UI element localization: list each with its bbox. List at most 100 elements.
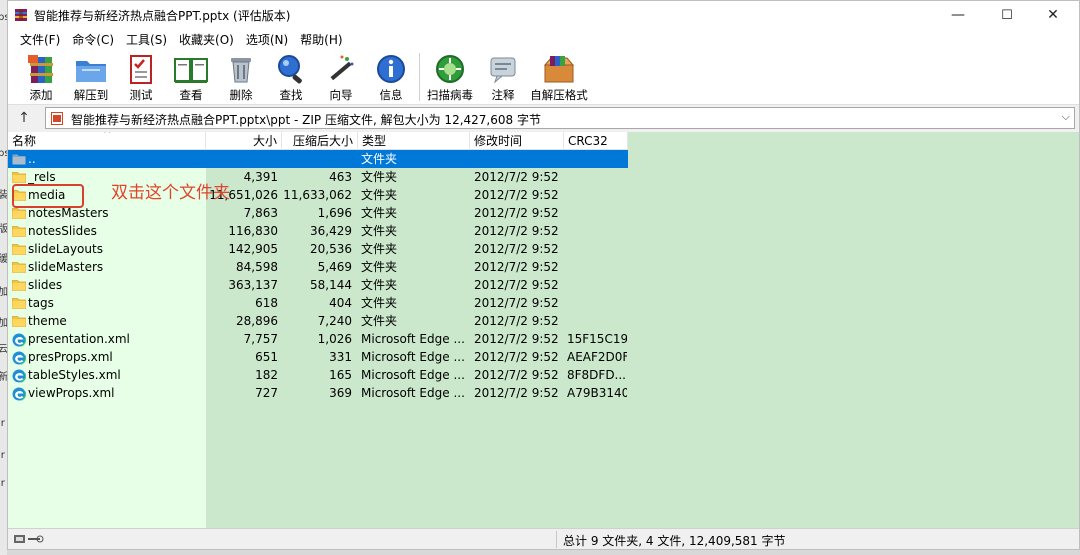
annotation-text: 双击这个文件夹 bbox=[111, 183, 230, 203]
cell-packed: 20,536 bbox=[310, 242, 352, 256]
cell-crc bbox=[567, 186, 627, 204]
wizard-button[interactable]: 向导 bbox=[316, 51, 366, 103]
info-icon bbox=[377, 55, 405, 83]
extract-to-button[interactable]: 解压到 bbox=[66, 51, 116, 103]
cell-type: 文件夹 bbox=[361, 206, 398, 220]
cell-crc bbox=[567, 258, 627, 276]
cell-crc bbox=[567, 240, 627, 258]
menu-tools[interactable]: 工具(S) bbox=[120, 31, 173, 48]
folder-row[interactable]: tags 618 404 文件夹 2012/7/2 9:52 bbox=[8, 294, 628, 312]
file-row[interactable]: tableStyles.xml 182 165 Microsoft Edge ... 2… bbox=[8, 366, 628, 384]
folder-row[interactable]: theme 28,896 7,240 文件夹 2012/7/2 9:52 bbox=[8, 312, 628, 330]
test-label: 测试 bbox=[129, 88, 153, 102]
file-row[interactable]: presProps.xml 651 331 Microsoft Edge ... 201… bbox=[8, 348, 628, 366]
folder-row[interactable]: notesMasters 7,863 1,696 文件夹 2012/7/2 9:52 bbox=[8, 204, 628, 222]
cell-name: slides bbox=[28, 278, 63, 292]
comment-button[interactable]: 注释 bbox=[478, 51, 528, 103]
cell-modified: 2012/7/2 9:52 bbox=[474, 278, 559, 292]
virus-scan-button[interactable]: 扫描病毒 bbox=[424, 51, 476, 103]
column-header-size[interactable]: 大小 bbox=[206, 132, 282, 150]
test-checklist-icon bbox=[130, 55, 152, 84]
menu-commands[interactable]: 命令(C) bbox=[66, 31, 120, 48]
folder-icon bbox=[12, 225, 26, 237]
cell-packed: 11,633,062 bbox=[283, 188, 352, 202]
view-button[interactable]: 查看 bbox=[166, 51, 216, 103]
cell-crc: AEAF2D0F bbox=[567, 350, 627, 364]
folder-icon bbox=[12, 315, 26, 327]
file-row[interactable]: viewProps.xml 727 369 Microsoft Edge ... 201… bbox=[8, 384, 628, 402]
column-header-crc32[interactable]: CRC32 bbox=[564, 132, 628, 150]
cell-type: 文件夹 bbox=[361, 314, 398, 328]
info-button[interactable]: 信息 bbox=[366, 51, 416, 103]
cell-packed: 165 bbox=[329, 368, 352, 382]
cell-name: theme bbox=[28, 314, 67, 328]
menu-options[interactable]: 选项(N) bbox=[240, 31, 294, 48]
cell-type: 文件夹 bbox=[361, 152, 398, 166]
toolbar-separator bbox=[419, 53, 420, 101]
cell-name: presentation.xml bbox=[28, 332, 130, 346]
address-bar[interactable]: 智能推荐与新经济热点融合PPT.pptx\ppt - ZIP 压缩文件, 解包大… bbox=[45, 107, 1075, 129]
view-label: 查看 bbox=[179, 88, 203, 102]
minimize-button[interactable]: — bbox=[935, 1, 981, 29]
cell-modified: 2012/7/2 9:52 bbox=[474, 314, 559, 328]
parent-folder-row[interactable]: .. 文件夹 bbox=[8, 150, 628, 168]
folder-row[interactable]: _rels 4,391 463 文件夹 2012/7/2 9:52 bbox=[8, 168, 628, 186]
cell-crc: A79B3140 bbox=[567, 386, 627, 400]
test-button[interactable]: 测试 bbox=[116, 51, 166, 103]
cell-size: 182 bbox=[255, 368, 278, 382]
cell-modified: 2012/7/2 9:52 bbox=[474, 332, 559, 346]
cell-modified: 2012/7/2 9:52 bbox=[474, 224, 559, 238]
folder-row[interactable]: media 11,651,026 11,633,062 文件夹 2012/7/2 9:5… bbox=[8, 186, 628, 204]
address-path: 智能推荐与新经济热点融合PPT.pptx\ppt - ZIP 压缩文件, 解包大… bbox=[71, 113, 541, 127]
virus-scan-icon bbox=[436, 55, 464, 83]
cell-size bbox=[208, 150, 278, 168]
cell-packed bbox=[282, 150, 352, 168]
chevron-down-icon[interactable]: ⌵ bbox=[1062, 110, 1070, 124]
edge-file-icon bbox=[11, 368, 27, 384]
background-window-edge: psps装版缓加加云新iririr bbox=[0, 0, 7, 555]
find-button[interactable]: 查找 bbox=[266, 51, 316, 103]
folder-icon bbox=[12, 243, 26, 255]
column-header-packed[interactable]: 压缩后大小 bbox=[282, 132, 358, 150]
up-level-button[interactable]: ↑ bbox=[14, 108, 34, 128]
cell-modified: 2012/7/2 9:52 bbox=[474, 188, 559, 202]
cell-type: Microsoft Edge ... bbox=[361, 350, 465, 364]
folder-row[interactable]: slides 363,137 58,144 文件夹 2012/7/2 9:52 bbox=[8, 276, 628, 294]
folder-row[interactable]: notesSlides 116,830 36,429 文件夹 2012/7/2 9:52 bbox=[8, 222, 628, 240]
edge-file-icon bbox=[11, 332, 27, 348]
folder-row[interactable]: slideMasters 84,598 5,469 文件夹 2012/7/2 9:52 bbox=[8, 258, 628, 276]
menu-help[interactable]: 帮助(H) bbox=[294, 31, 348, 48]
window-title: 智能推荐与新经济热点融合PPT.pptx (评估版本) bbox=[34, 9, 291, 23]
cell-type: Microsoft Edge ... bbox=[361, 386, 465, 400]
background-window-fragment: 装 bbox=[0, 190, 7, 201]
delete-label: 删除 bbox=[229, 88, 253, 102]
column-header-row: 名称 ^ 大小 压缩后大小 类型 修改时间 CRC32 bbox=[8, 132, 628, 150]
virus-scan-label: 扫描病毒 bbox=[427, 88, 473, 102]
file-row[interactable]: presentation.xml 7,757 1,026 Microsoft Edge… bbox=[8, 330, 628, 348]
cell-crc bbox=[567, 222, 627, 240]
cell-crc bbox=[567, 168, 627, 186]
cell-packed: 331 bbox=[329, 350, 352, 364]
status-summary: 总计 9 文件夹, 4 文件, 12,409,581 字节 bbox=[563, 534, 786, 548]
add-button[interactable]: 添加 bbox=[16, 51, 66, 103]
status-bar: 总计 9 文件夹, 4 文件, 12,409,581 字节 bbox=[8, 528, 1079, 549]
magic-wand-icon bbox=[330, 55, 354, 81]
folder-row[interactable]: slideLayouts 142,905 20,536 文件夹 2012/7/2 9:5… bbox=[8, 240, 628, 258]
drive-key-icon bbox=[14, 535, 44, 543]
cell-type: 文件夹 bbox=[361, 170, 398, 184]
cell-modified: 2012/7/2 9:52 bbox=[474, 206, 559, 220]
maximize-button[interactable]: ☐ bbox=[984, 1, 1030, 29]
sfx-button[interactable]: 自解压格式 bbox=[528, 51, 590, 103]
comment-label: 注释 bbox=[491, 88, 515, 102]
sfx-box-icon bbox=[543, 56, 575, 83]
cell-modified: 2012/7/2 9:52 bbox=[474, 386, 559, 400]
cell-name: viewProps.xml bbox=[28, 386, 115, 400]
column-header-modified[interactable]: 修改时间 bbox=[470, 132, 564, 150]
close-button[interactable]: ✕ bbox=[1030, 1, 1076, 29]
cell-crc bbox=[567, 204, 627, 222]
menu-favorites[interactable]: 收藏夹(O) bbox=[173, 31, 240, 48]
cell-crc bbox=[567, 276, 627, 294]
menu-file[interactable]: 文件(F) bbox=[14, 31, 66, 48]
delete-button[interactable]: 删除 bbox=[216, 51, 266, 103]
column-header-type[interactable]: 类型 bbox=[358, 132, 470, 150]
